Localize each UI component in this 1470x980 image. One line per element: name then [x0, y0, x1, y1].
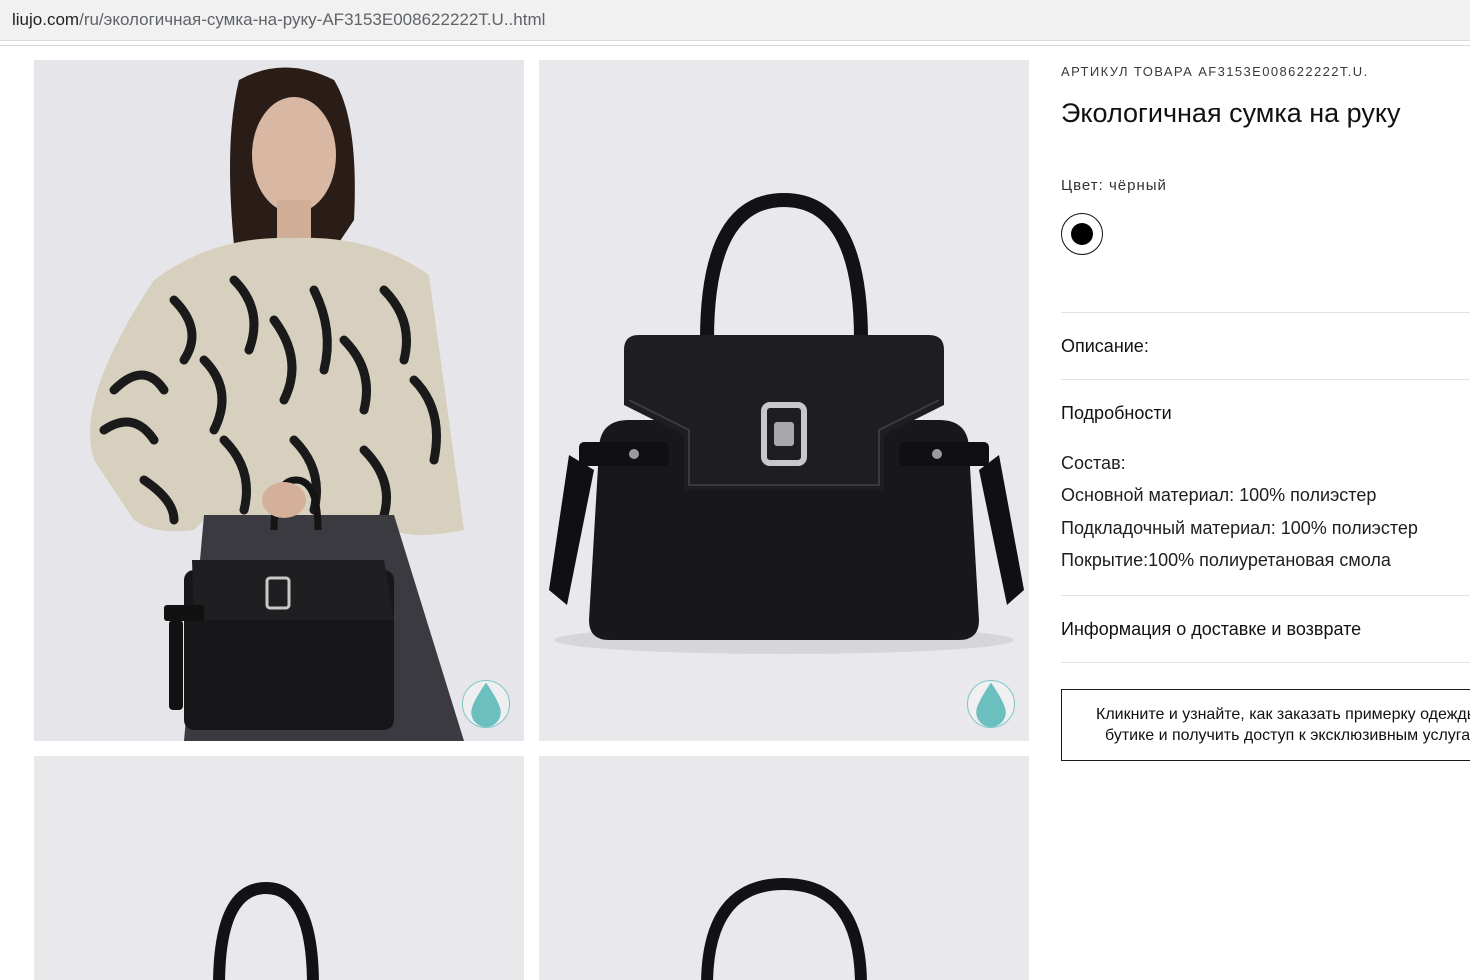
- product-title: Экологичная сумка на руку: [1061, 98, 1401, 128]
- sku-label: АРТИКУЛ ТОВАРА AF3153E008622222T.U.: [1061, 64, 1369, 79]
- model-photo-illustration: [34, 60, 524, 741]
- gallery-image-bag-front[interactable]: [539, 60, 1029, 741]
- url-domain: liujo.com: [12, 10, 80, 29]
- url-path: /ru/экологичная-сумка-на-руку-AF3153E008…: [79, 10, 546, 29]
- eco-badge-1[interactable]: [462, 680, 510, 728]
- water-drop-icon: [471, 682, 501, 727]
- bag-photo-illustration: [539, 60, 1029, 741]
- gallery-image-bag-3[interactable]: [34, 756, 524, 980]
- details-line: Подкладочный материал: 100% полиэстер: [1061, 518, 1418, 538]
- bag-photo-illustration-3: [34, 756, 524, 980]
- address-bar[interactable]: liujo.com/ru/экологичная-сумка-на-руку-A…: [0, 0, 1470, 41]
- divider: [1061, 662, 1470, 663]
- divider: [1061, 379, 1470, 380]
- boutique-fitting-banner[interactable]: Кликните и узнайте, как заказать примерк…: [1061, 689, 1470, 761]
- water-drop-icon: [976, 682, 1006, 727]
- bag-photo-illustration-4: [539, 756, 1029, 980]
- gallery-image-model[interactable]: [34, 60, 524, 741]
- promo-line-2: бутике и получить доступ к эксклюзивным …: [1105, 727, 1470, 744]
- details-line: Покрытие:100% полиуретановая смола: [1061, 550, 1391, 570]
- divider: [1061, 595, 1470, 596]
- accordion-description[interactable]: Описание:: [1061, 336, 1149, 357]
- swatch-dot: [1071, 223, 1093, 245]
- eco-badge-2[interactable]: [967, 680, 1015, 728]
- color-swatch-black[interactable]: [1061, 213, 1103, 255]
- details-line: Основной материал: 100% полиэстер: [1061, 485, 1377, 505]
- accordion-shipping[interactable]: Информация о доставке и возврате: [1061, 619, 1361, 640]
- header-divider: [0, 45, 1470, 46]
- accordion-details[interactable]: Подробности: [1061, 403, 1172, 424]
- divider: [1061, 312, 1470, 313]
- color-label: Цвет: чёрный: [1061, 177, 1167, 194]
- gallery-image-bag-4[interactable]: [539, 756, 1029, 980]
- promo-line-1: Кликните и узнайте, как заказать примерк…: [1096, 706, 1470, 723]
- details-line: Состав:: [1061, 453, 1126, 473]
